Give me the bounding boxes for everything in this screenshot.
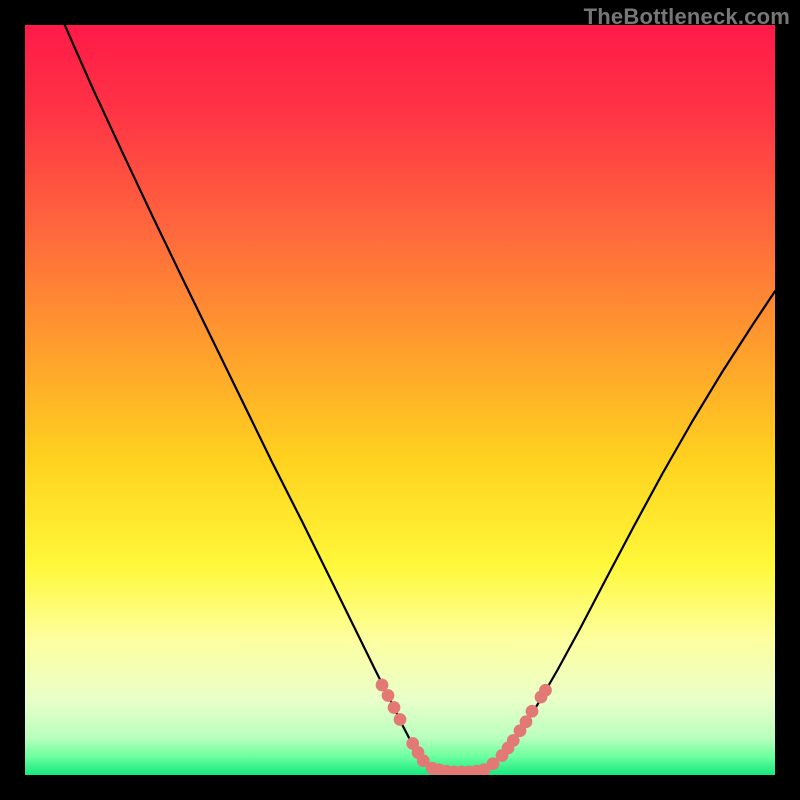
plot-area xyxy=(25,25,775,775)
gradient-background xyxy=(25,25,775,775)
bottleneck-curve-chart xyxy=(25,25,775,775)
curve-marker xyxy=(539,684,552,697)
watermark-text: TheBottleneck.com xyxy=(584,4,790,30)
curve-marker xyxy=(526,705,539,718)
chart-frame: TheBottleneck.com xyxy=(0,0,800,800)
curve-marker xyxy=(394,713,407,726)
curve-marker xyxy=(382,689,395,702)
curve-marker xyxy=(388,701,401,714)
